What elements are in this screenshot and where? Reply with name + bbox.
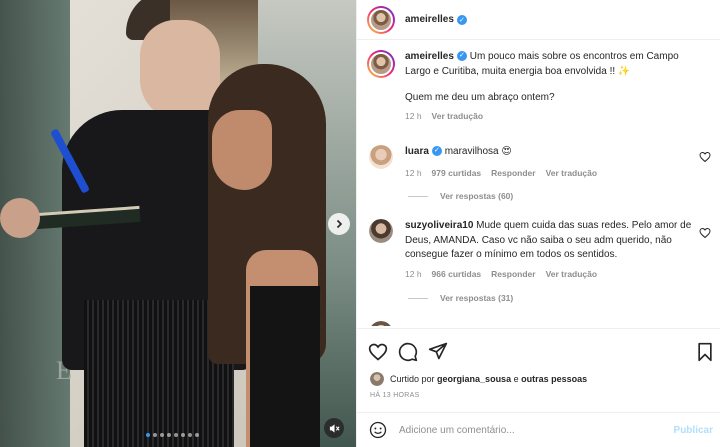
comment-username[interactable]: suzyoliveira10 [405,220,473,231]
like-comment-heart-icon[interactable] [699,151,711,163]
author-avatar[interactable] [367,5,395,34]
comment-bubble-icon[interactable] [398,342,418,362]
caption-avatar[interactable] [367,50,395,78]
liked-by: Curtido por georgiana_sousa e outras pes… [370,372,587,386]
view-replies-label: Ver respostas (31) [440,293,514,303]
comment-time[interactable]: 12 h [405,168,422,178]
view-replies-button[interactable]: Ver respostas (31) [408,293,513,303]
comment-time[interactable]: 12 h [405,269,422,279]
comment-input[interactable] [399,424,649,436]
carousel-dot [174,433,178,437]
comment-likes[interactable]: 979 curtidas [432,168,482,178]
save-bookmark-icon[interactable] [695,342,715,362]
comment-username[interactable]: luara [405,146,429,157]
verified-badge-icon: ✓ [431,146,442,157]
verified-badge-icon: ✓ [456,51,467,62]
action-bar [357,328,720,370]
reply-button[interactable]: Responder [491,168,535,178]
carousel-dot [160,433,164,437]
post-side-panel: ameirelles ✓ ameirelles ✓ Um pouco mais s… [356,0,720,447]
liked-by-connector: e [513,374,519,384]
commenter-avatar[interactable] [369,145,393,169]
carousel-dot [167,433,171,437]
reply-button[interactable]: Responder [491,269,535,279]
author-username[interactable]: ameirelles [405,14,454,25]
emoji-icon[interactable] [369,421,387,439]
carousel-dot [188,433,192,437]
translate-link[interactable]: Ver tradução [546,269,598,279]
mute-button[interactable] [324,418,344,438]
comment-item: luara ✓ maravilhosa 😍 12 h 979 curtidas R… [367,145,711,178]
post-header: ameirelles ✓ [357,0,720,40]
carousel-dot [153,433,157,437]
commenter-avatar-partial[interactable] [369,321,393,326]
like-comment-heart-icon[interactable] [699,227,711,239]
carousel-dot [181,433,185,437]
comment-likes[interactable]: 966 curtidas [432,269,482,279]
post-media[interactable]: SH T E [0,0,356,447]
add-comment-bar: Publicar [357,412,720,447]
caption-username[interactable]: ameirelles [405,51,454,62]
comment-text: maravilhosa 😍 [444,146,512,157]
share-paper-plane-icon[interactable] [428,341,448,361]
comments-scroll-area[interactable]: ameirelles ✓ Um pouco mais sobre os encon… [357,41,720,326]
carousel-dot [195,433,199,437]
hand [0,198,40,238]
caption-translate-link[interactable]: Ver tradução [432,111,484,121]
like-heart-icon[interactable] [368,342,388,362]
carousel-dots [146,433,199,437]
carousel-dot [146,433,150,437]
caption: ameirelles ✓ Um pouco mais sobre os encon… [367,50,705,121]
caption-time[interactable]: 12 h [405,111,422,121]
view-replies-button[interactable]: Ver respostas (60) [408,191,513,201]
liked-by-prefix: Curtido por [390,374,435,384]
mute-icon [329,423,340,433]
next-media-button[interactable] [328,213,350,235]
liker-avatar[interactable] [370,372,384,386]
girl-dress [250,286,320,447]
comment-item: suzyoliveira10 Mude quem cuida das suas … [367,219,711,279]
liked-by-user[interactable]: georgiana_sousa [437,374,511,384]
publish-button[interactable]: Publicar [674,425,713,436]
liked-by-others[interactable]: outras pessoas [521,374,587,384]
verified-badge-icon: ✓ [456,14,467,25]
view-replies-label: Ver respostas (60) [440,191,514,201]
commenter-avatar[interactable] [369,219,393,243]
girl-face [212,110,272,190]
post-timestamp[interactable]: HÁ 13 HORAS [370,392,420,399]
translate-link[interactable]: Ver tradução [546,168,598,178]
caption-text-2: Quem me deu um abraço ontem? [405,92,555,104]
woman-face [140,20,220,120]
chevron-right-icon [336,219,343,229]
